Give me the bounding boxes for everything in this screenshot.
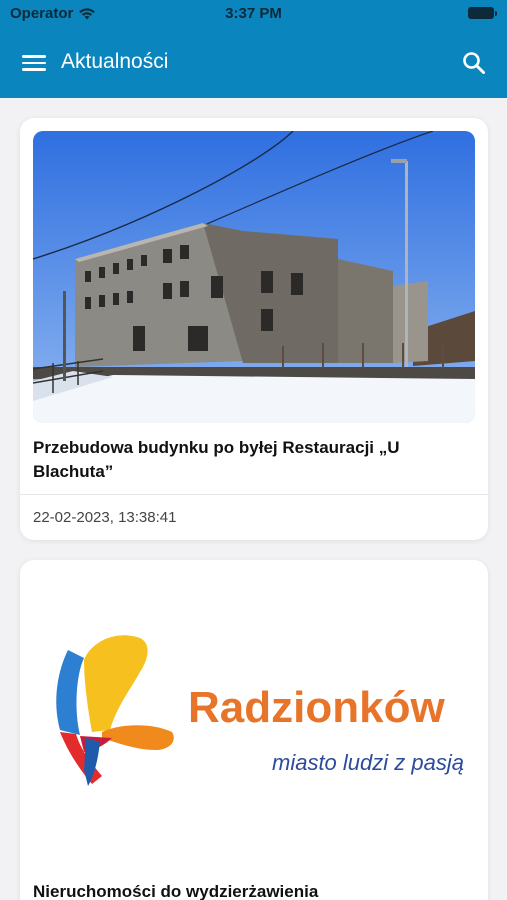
article-title: Przebudowa budynku po byłej Restauracji … — [33, 438, 400, 481]
article-image[interactable] — [33, 131, 475, 423]
radzionkow-logo: Radzionków miasto ludzi z pasją — [40, 620, 470, 800]
page-title: Aktualności — [61, 50, 169, 73]
divider — [20, 494, 488, 495]
article-title: Nieruchomości do wydzierżawienia — [33, 882, 319, 900]
news-feed[interactable]: Przebudowa budynku po byłej Restauracji … — [0, 98, 507, 900]
logo-name: Radzionków — [188, 683, 445, 732]
news-card[interactable]: Przebudowa budynku po byłej Restauracji … — [20, 118, 488, 540]
menu-button[interactable] — [22, 53, 46, 73]
search-button[interactable] — [461, 50, 487, 76]
news-card[interactable]: Radzionków miasto ludzi z pasją Nierucho… — [20, 560, 488, 900]
status-bar: Operator 3:37 PM — [0, 0, 507, 30]
battery-icon — [468, 7, 497, 19]
article-date: 22-02-2023, 13:38:41 — [33, 509, 177, 526]
logo-tagline: miasto ludzi z pasją — [272, 750, 464, 775]
app-header: Operator 3:37 PM Aktualności — [0, 0, 507, 98]
hamburger-icon — [22, 55, 46, 58]
clock: 3:37 PM — [225, 5, 282, 22]
nav-bar: Aktualności — [0, 40, 507, 86]
search-icon — [463, 52, 485, 74]
